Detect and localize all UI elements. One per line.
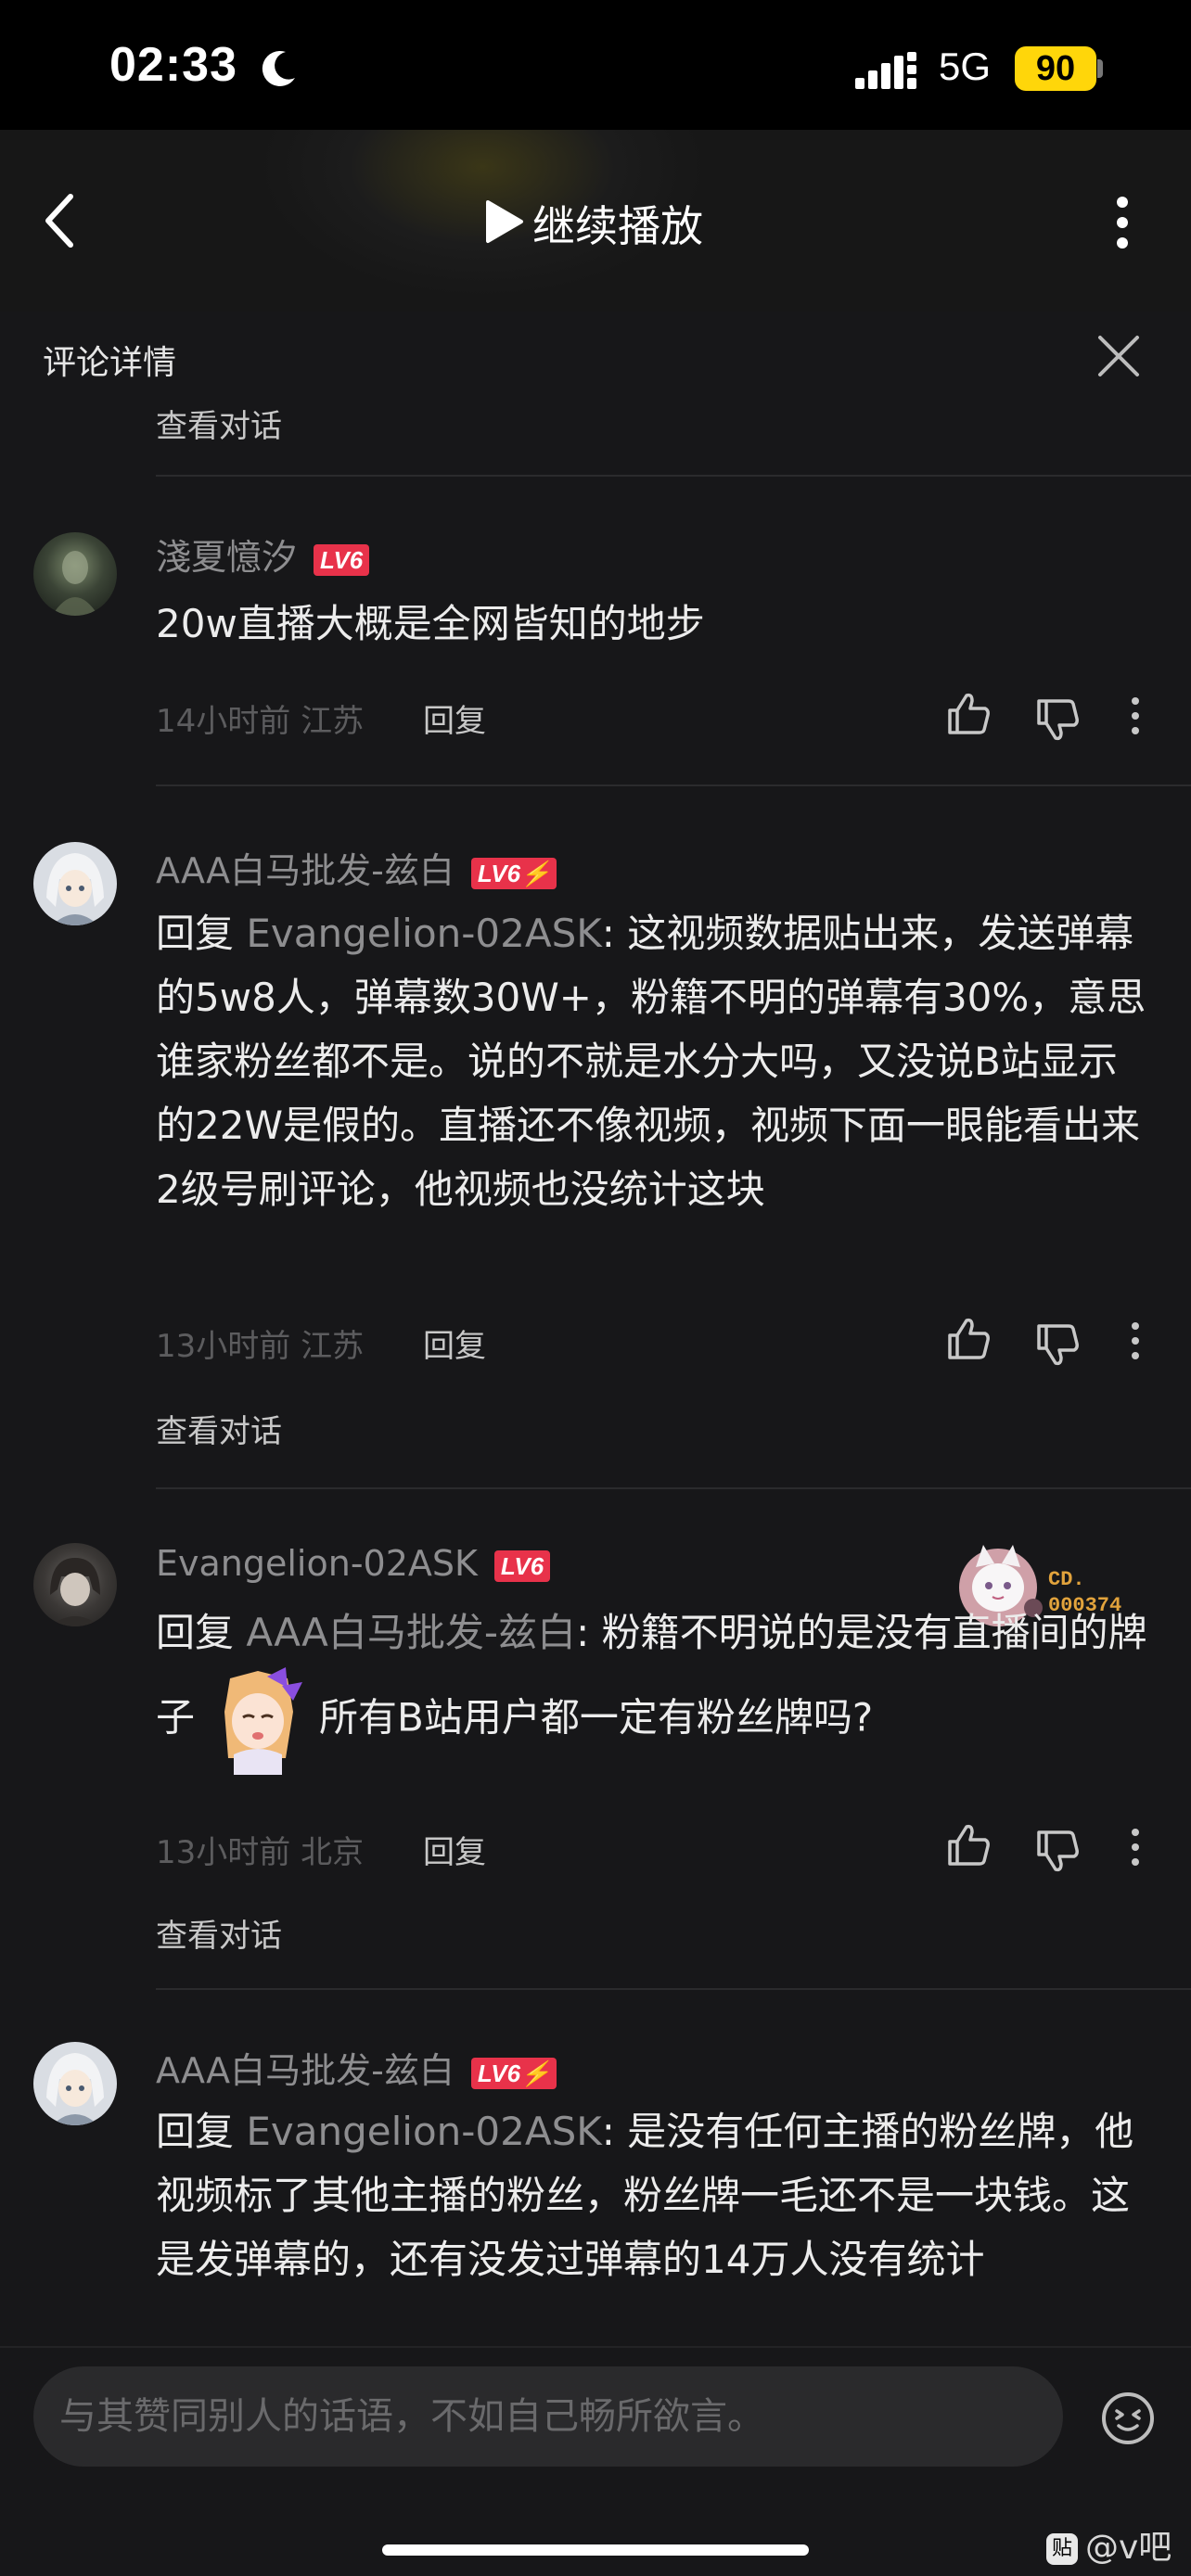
- avatar-figure: [52, 551, 98, 616]
- comment-body: 回复 AAA白马批发-兹白: 粉籍不明说的是没有直播间的牌子 所有B站用户都一定…: [156, 1600, 1148, 1775]
- comment-body: 20w直播大概是全网皆知的地步: [156, 592, 1148, 656]
- comment-body: 回复 Evangelion-02ASK: 这视频数据贴出来，发送弹幕的5w8人，…: [156, 901, 1148, 1221]
- avatar[interactable]: [33, 842, 117, 925]
- status-bar: 02:33 5G 90: [0, 0, 1191, 130]
- view-conversation-link[interactable]: 查看对话: [156, 1910, 282, 1956]
- username-text[interactable]: AAA白马批发-兹白: [156, 850, 455, 891]
- comment-text: 20w直播大概是全网皆知的地步: [156, 601, 705, 646]
- more-options-icon[interactable]: [1124, 692, 1146, 740]
- avatar[interactable]: [33, 532, 117, 616]
- watermark-text: @v吧: [1085, 2529, 1172, 2567]
- more-vertical-icon[interactable]: [1113, 195, 1132, 250]
- divider: [156, 784, 1191, 786]
- anime-girl-emote-icon: [224, 1667, 303, 1775]
- comment-location: 北京: [301, 1834, 365, 1871]
- comment-meta: 13小时前 江苏: [156, 1320, 364, 1366]
- reply-prefix: 回复: [156, 2109, 247, 2154]
- view-conversation-link[interactable]: 查看对话: [156, 1406, 282, 1451]
- comment-username[interactable]: 淺夏憶汐 LV6: [156, 529, 370, 580]
- divider: [156, 475, 1191, 477]
- mention-link[interactable]: AAA白马批发-兹白: [246, 1610, 576, 1655]
- level-badge: LV6: [493, 1549, 551, 1582]
- avatar[interactable]: [33, 2042, 117, 2125]
- thumbs-up-icon[interactable]: [944, 690, 992, 738]
- view-conversation-link[interactable]: 查看对话: [156, 401, 282, 446]
- avatar-figure: [46, 2053, 104, 2125]
- continue-play-button[interactable]: 继续播放: [532, 193, 703, 254]
- username-text[interactable]: 淺夏憶汐: [156, 537, 297, 578]
- divider: [156, 1988, 1191, 1990]
- level-badge: LV6⚡: [470, 857, 557, 889]
- avatar[interactable]: [33, 1543, 117, 1626]
- avatar-figure: [46, 853, 104, 925]
- comment-input[interactable]: 与其赞同别人的话语，不如自己畅所欲言。: [33, 2366, 1063, 2467]
- comment-meta: 13小时前 北京: [156, 1827, 364, 1872]
- battery-nub: [1097, 59, 1103, 78]
- watermark: 贴 @v吧: [1046, 2520, 1172, 2569]
- emoji-icon[interactable]: [1100, 2391, 1156, 2446]
- comment-time: 13小时前: [156, 1834, 291, 1871]
- battery-indicator: 90: [1015, 46, 1096, 91]
- comment-detail-header: 评论详情: [0, 312, 1191, 404]
- mention-link[interactable]: Evangelion-02ASK: [246, 911, 601, 956]
- thumbs-up-icon[interactable]: [944, 1821, 992, 1869]
- more-options-icon[interactable]: [1124, 1317, 1146, 1365]
- comment-body: 回复 Evangelion-02ASK: 是没有任何主播的粉丝牌，他视频标了其他…: [156, 2099, 1148, 2291]
- thumbs-up-icon[interactable]: [944, 1315, 992, 1363]
- level-badge: LV6⚡: [470, 2057, 557, 2089]
- comment-detail-title: 评论详情: [43, 344, 177, 382]
- comment-location: 江苏: [301, 1328, 365, 1365]
- comment-text-continued: 所有B站用户都一定有粉丝牌吗?: [319, 1694, 874, 1741]
- divider: [156, 1487, 1191, 1489]
- comment-username[interactable]: Evangelion-02ASK LV6: [156, 1543, 551, 1584]
- thumbs-down-icon[interactable]: [1033, 1827, 1082, 1875]
- network-type: 5G: [939, 45, 992, 88]
- nav-bar: 继续播放: [0, 130, 1191, 312]
- comment-username[interactable]: AAA白马批发-兹白 LV6⚡: [156, 2042, 557, 2093]
- back-arrow-icon[interactable]: [37, 187, 85, 254]
- avatar-figure: [50, 1558, 100, 1626]
- thumbs-down-icon[interactable]: [1033, 695, 1082, 744]
- reply-button[interactable]: 回复: [423, 695, 486, 741]
- more-options-icon[interactable]: [1124, 1823, 1146, 1871]
- level-badge: LV6: [314, 543, 370, 576]
- reply-button[interactable]: 回复: [423, 1320, 486, 1366]
- comment-time: 13小时前: [156, 1328, 291, 1365]
- reply-button[interactable]: 回复: [423, 1827, 486, 1872]
- reply-prefix: 回复: [156, 911, 247, 956]
- play-icon[interactable]: [482, 198, 525, 245]
- reply-prefix: 回复: [156, 1610, 247, 1655]
- signal-icon: [855, 52, 916, 89]
- close-icon[interactable]: [1095, 332, 1143, 380]
- comment-meta: 14小时前 江苏: [156, 695, 364, 741]
- status-time: 02:33: [109, 38, 237, 92]
- comment-time: 14小时前: [156, 703, 291, 740]
- username-text[interactable]: Evangelion-02ASK: [156, 1543, 478, 1584]
- comment-input-bar: 与其赞同别人的话语，不如自己畅所欲言。: [0, 2346, 1191, 2576]
- username-text[interactable]: AAA白马批发-兹白: [156, 2050, 455, 2091]
- home-indicator: [382, 2544, 809, 2556]
- thumbs-down-icon[interactable]: [1033, 1320, 1082, 1369]
- comment-location: 江苏: [301, 703, 365, 740]
- comment-username[interactable]: AAA白马批发-兹白 LV6⚡: [156, 842, 557, 893]
- moon-icon: [262, 50, 295, 86]
- tieba-logo-icon: 贴: [1046, 2533, 1078, 2565]
- fan-badge-line1: CD.: [1048, 1568, 1085, 1591]
- mention-link[interactable]: Evangelion-02ASK: [246, 2109, 601, 2154]
